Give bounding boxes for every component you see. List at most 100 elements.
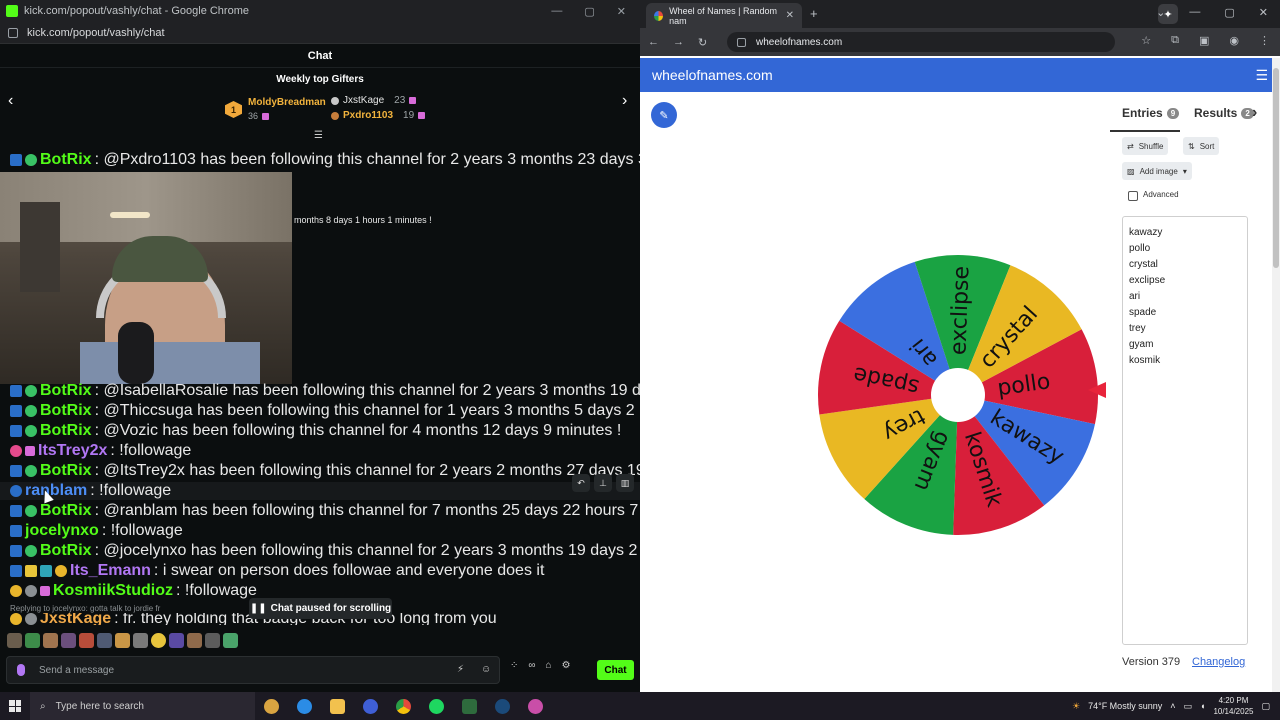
site-title[interactable]: wheelofnames.com: [652, 67, 773, 83]
tab-search-icon[interactable]: ⌄: [1156, 6, 1165, 19]
entries-textarea[interactable]: kawazy pollo crystal exclipse ari spade …: [1122, 216, 1248, 645]
chat-message[interactable]: BotRix: @IsabellaRosalie has been follow…: [10, 382, 640, 400]
weather-text[interactable]: 74°F Mostly sunny: [1088, 701, 1162, 711]
taskbar-search[interactable]: ⌕ Type here to search: [30, 692, 255, 720]
maximize-icon[interactable]: ▢: [584, 5, 594, 18]
chat-username[interactable]: jocelynxo: [25, 522, 99, 540]
minimize-icon[interactable]: —: [1189, 6, 1200, 19]
address-url[interactable]: wheelofnames.com: [756, 37, 842, 48]
chevron-right-icon[interactable]: ›: [1252, 104, 1257, 122]
tab-close-icon[interactable]: ✕: [786, 10, 794, 21]
emote-icon[interactable]: [25, 633, 40, 648]
chat-input[interactable]: Send a message ⚡ ☺: [6, 656, 500, 684]
chat-username[interactable]: BotRix: [40, 502, 92, 520]
left-url[interactable]: kick.com/popout/vashly/chat: [27, 27, 165, 39]
site-settings-icon[interactable]: [737, 37, 746, 47]
chat-message[interactable]: BotRix: @jocelynxo has been following th…: [10, 542, 640, 559]
taskbar-app-edge[interactable]: [288, 692, 321, 720]
emote-icon[interactable]: [97, 633, 112, 648]
chat-username[interactable]: BotRix: [40, 422, 92, 440]
gear-icon[interactable]: ⚙: [562, 660, 571, 671]
command-icon[interactable]: ⚡: [457, 664, 464, 675]
chat-message[interactable]: Its_Emann: i swear on person does follow…: [10, 562, 544, 580]
taskbar-app-discord[interactable]: [519, 692, 552, 720]
minimize-icon[interactable]: —: [551, 5, 562, 18]
chevron-up-icon[interactable]: ˄: [1170, 701, 1175, 711]
back-icon[interactable]: ←: [648, 36, 664, 48]
chat-message[interactable]: jocelynxo: !followage: [10, 522, 183, 540]
bookmark-star-icon[interactable]: ☆: [1141, 34, 1151, 47]
emote-icon[interactable]: [61, 633, 76, 648]
emote-icon[interactable]: [223, 633, 238, 648]
address-bar[interactable]: wheelofnames.com: [727, 32, 1115, 52]
reload-icon[interactable]: ↻: [698, 36, 714, 49]
emote-icon[interactable]: [151, 633, 166, 648]
close-icon[interactable]: ✕: [1259, 6, 1268, 19]
chat-username[interactable]: Its_Emann: [70, 562, 151, 580]
shuffle-button[interactable]: ⇄ Shuffle: [1122, 137, 1169, 155]
taskbar-app-chrome[interactable]: [387, 692, 420, 720]
chat-username[interactable]: BotRix: [40, 462, 92, 480]
taskbar-clock[interactable]: 4:20 PM 10/14/2025: [1213, 695, 1253, 717]
chat-username[interactable]: BotRix: [40, 402, 92, 420]
chat-message[interactable]: KosmiikStudioz: !followage: [10, 582, 257, 600]
chat-message[interactable]: BotRix: @Vozic has been following this c…: [10, 422, 621, 440]
chat-message[interactable]: BotRix: @Thiccsuga has been following th…: [10, 402, 640, 420]
edit-pencil-button[interactable]: ✎: [651, 102, 677, 128]
emote-icon[interactable]: [115, 633, 130, 648]
site-settings-icon[interactable]: [8, 27, 18, 38]
advanced-checkbox[interactable]: [1128, 191, 1138, 201]
tab-entries[interactable]: Entries 9: [1122, 106, 1180, 120]
chat-username[interactable]: KosmiikStudioz: [53, 582, 173, 600]
mic-icon[interactable]: [17, 664, 25, 676]
chat-message[interactable]: ItsTrey2x: !followage: [10, 442, 191, 460]
maximize-icon[interactable]: ▢: [1224, 6, 1234, 19]
page-scrollbar[interactable]: [1272, 58, 1280, 692]
emote-icon[interactable]: [133, 633, 148, 648]
left-urlbar[interactable]: kick.com/popout/vashly/chat: [0, 22, 640, 44]
emote-icon[interactable]: [79, 633, 94, 648]
tab-wheel-of-names[interactable]: Wheel of Names | Random nam ✕: [646, 3, 802, 28]
notification-icon[interactable]: ▢: [1261, 701, 1270, 712]
sort-button[interactable]: ⇅ Sort: [1183, 137, 1220, 155]
weather-icon[interactable]: ☀: [1072, 701, 1080, 712]
emoji-icon[interactable]: ☺: [481, 664, 491, 675]
taskbar-app-steam[interactable]: [486, 692, 519, 720]
start-button[interactable]: [0, 692, 30, 720]
chat-mode-icon[interactable]: ∞: [528, 660, 535, 671]
store-icon[interactable]: ⌂: [546, 660, 552, 671]
taskbar-app-files[interactable]: [321, 692, 354, 720]
taskbar-app-vpn[interactable]: [354, 692, 387, 720]
chat-send-button[interactable]: Chat: [597, 660, 634, 680]
forward-icon[interactable]: →: [673, 36, 689, 48]
pin-icon[interactable]: ⊥: [594, 474, 612, 492]
chat-paused-button[interactable]: ❚❚ Chat paused for scrolling: [249, 598, 392, 619]
reply-icon[interactable]: ↶: [572, 474, 590, 492]
gifter-first[interactable]: 1 MoldyBreadman 36: [225, 97, 326, 121]
profile-avatar[interactable]: ◉: [1229, 34, 1239, 47]
chevron-left-icon[interactable]: ‹: [8, 92, 13, 110]
volume-icon[interactable]: ◖: [1200, 701, 1205, 711]
emote-icon[interactable]: [205, 633, 220, 648]
emote-icon[interactable]: [187, 633, 202, 648]
delete-icon[interactable]: ▥: [616, 474, 634, 492]
chat-username[interactable]: ItsTrey2x: [38, 442, 107, 460]
network-icon[interactable]: ▭: [1183, 701, 1192, 712]
taskbar-app-food[interactable]: [255, 692, 288, 720]
emote-icon[interactable]: [43, 633, 58, 648]
chat-message[interactable]: BotRix: @Pxdro1103 has been following th…: [10, 151, 640, 168]
close-icon[interactable]: ✕: [617, 5, 626, 18]
wheel-center-button[interactable]: [931, 368, 985, 422]
chat-username[interactable]: JxstKage: [40, 613, 111, 625]
changelog-link[interactable]: Changelog: [1192, 656, 1245, 668]
add-image-button[interactable]: ▨ Add image ▾: [1122, 162, 1192, 180]
gifter-second[interactable]: JxstKage 23: [331, 95, 417, 106]
chat-username[interactable]: ranblam: [25, 482, 87, 500]
taskbar-app-spotify[interactable]: [420, 692, 453, 720]
new-tab-icon[interactable]: +: [810, 6, 818, 21]
chat-username[interactable]: BotRix: [40, 382, 92, 400]
filter-icon[interactable]: ☰: [314, 130, 323, 141]
chat-message[interactable]: BotRix: @ItsTrey2x has been following th…: [10, 462, 640, 480]
chat-message[interactable]: BotRix: @ranblam has been following this…: [10, 502, 640, 520]
name-wheel[interactable]: pollokawazykosmikgyamtreyspadeari exclips…: [812, 249, 1104, 541]
